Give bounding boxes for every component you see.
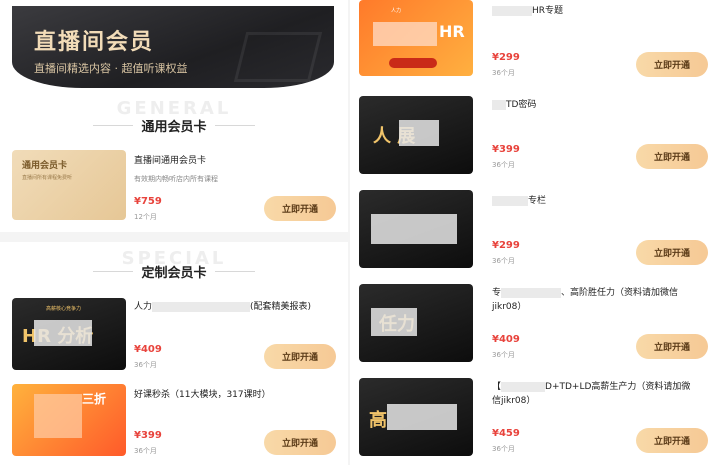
page-root: 直播间会员 直播间精选内容 · 超值听课权益 GENERAL 通用会员卡 通用会… — [0, 0, 723, 465]
item-title: 直播间通用会员卡 — [134, 156, 207, 166]
open-button[interactable]: 立即开通 — [636, 52, 708, 77]
left-panel: 直播间会员 直播间精选内容 · 超值听课权益 GENERAL 通用会员卡 通用会… — [0, 0, 348, 465]
card-thumbnail — [359, 190, 473, 268]
list-item[interactable]: 专栏 ¥299 36个月 立即开通 — [350, 186, 723, 278]
open-button[interactable]: 立即开通 — [264, 430, 336, 455]
section-title: 通用会员卡 — [141, 120, 207, 135]
thumbnail-bigtext: 高 — [369, 410, 387, 431]
list-item[interactable]: 三折 好课秒杀（11大模块，317课时） ¥399 36个月 立即开通 — [0, 380, 348, 465]
thumbnail-label: 通用会员卡 — [22, 161, 68, 171]
blur-mask — [371, 214, 457, 244]
blur-mask — [399, 120, 439, 146]
item-title: 专栏 — [492, 194, 546, 208]
item-title: 好课秒杀（11大模块，317课时） — [134, 390, 271, 400]
blur-mask — [373, 22, 437, 46]
thumbnail-label: 三折 — [82, 392, 107, 406]
item-price: ¥399 — [134, 430, 162, 441]
list-item[interactable]: 人力 HR HR专题 ¥299 36个月 立即开通 — [350, 0, 723, 92]
card-thumbnail: 任力 — [359, 284, 473, 362]
banner-subtitle: 直播间精选内容 · 超值听课权益 — [34, 62, 188, 75]
thumbnail-label: 高薪核心竞争力 — [46, 306, 82, 312]
blur-mask — [34, 320, 92, 346]
card-thumbnail: 三折 — [12, 384, 126, 456]
item-duration: 36个月 — [492, 69, 515, 77]
section-title: 定制会员卡 — [141, 266, 207, 281]
open-button[interactable]: 立即开通 — [636, 428, 708, 453]
section-divider — [0, 232, 348, 242]
item-duration: 36个月 — [134, 361, 157, 369]
open-button[interactable]: 立即开通 — [636, 240, 708, 265]
item-duration: 36个月 — [492, 351, 515, 359]
item-price: ¥409 — [134, 344, 162, 355]
item-duration: 12个月 — [134, 213, 157, 221]
open-button[interactable]: 立即开通 — [264, 344, 336, 369]
item-title: 【D+TD+LD高薪生产力（资料请加微 信jikr08） — [492, 381, 691, 406]
list-item[interactable]: 人 展 TD密码 ¥399 36个月 立即开通 — [350, 92, 723, 186]
thumbnail-sublabel: 直播间所有课程免费听 — [22, 175, 73, 181]
item-price: ¥759 — [134, 196, 162, 207]
card-thumbnail: 人 展 — [359, 96, 473, 174]
card-thumbnail: 高 — [359, 378, 473, 456]
open-button[interactable]: 立即开通 — [636, 144, 708, 169]
blur-mask — [34, 394, 82, 438]
card-thumbnail: 人力 HR — [359, 0, 473, 76]
item-price: ¥299 — [492, 240, 520, 251]
item-title: 专、高阶胜任力（资料请加微信 jikr08） — [492, 287, 679, 312]
item-title: HR专题 — [492, 4, 563, 18]
blur-mask — [387, 404, 457, 430]
thumbnail-top: 人力 — [391, 8, 402, 14]
list-item[interactable]: 高薪核心竞争力 HR 分析 人力(配套精美报表) ¥409 36个月 立即开通 — [0, 290, 348, 380]
section-general-header: 通用会员卡 — [0, 116, 348, 135]
item-duration: 36个月 — [492, 445, 515, 453]
item-title: 人力 (配套精美报表) — [134, 301, 312, 312]
item-price: ¥299 — [492, 52, 520, 63]
section-custom-header: 定制会员卡 — [0, 262, 348, 281]
item-desc: 有效期内畅听店内所有课程 — [134, 175, 218, 183]
item-duration: 36个月 — [492, 257, 515, 265]
membership-banner: 直播间会员 直播间精选内容 · 超值听课权益 — [12, 6, 334, 88]
list-item[interactable]: 通用会员卡 直播间所有课程免费听 直播间通用会员卡 有效期内畅听店内所有课程 ¥… — [0, 140, 348, 230]
watermark-logo — [233, 32, 323, 82]
item-price: ¥399 — [492, 144, 520, 155]
card-thumbnail: 高薪核心竞争力 HR 分析 — [12, 298, 126, 370]
banner-title: 直播间会员 — [34, 30, 155, 55]
open-button[interactable]: 立即开通 — [636, 334, 708, 359]
open-button[interactable]: 立即开通 — [264, 196, 336, 221]
thumbnail-label: HR — [439, 22, 465, 41]
item-duration: 36个月 — [492, 161, 515, 169]
list-item[interactable]: 高 【D+TD+LD高薪生产力（资料请加微 信jikr08） ¥459 36个月 … — [350, 374, 723, 465]
item-duration: 36个月 — [134, 447, 157, 455]
item-title: TD密码 — [492, 98, 536, 112]
list-item[interactable]: 任力 专、高阶胜任力（资料请加微信jikr08） ¥409 36个月 立即开通 — [350, 280, 723, 372]
thumbnail-chip — [389, 58, 437, 68]
item-price: ¥409 — [492, 334, 520, 345]
right-panel: 人力 HR HR专题 ¥299 36个月 立即开通 人 展 TD密码 ¥399 … — [350, 0, 723, 465]
card-thumbnail: 通用会员卡 直播间所有课程免费听 — [12, 150, 126, 220]
item-price: ¥459 — [492, 428, 520, 439]
blur-mask — [371, 308, 417, 336]
